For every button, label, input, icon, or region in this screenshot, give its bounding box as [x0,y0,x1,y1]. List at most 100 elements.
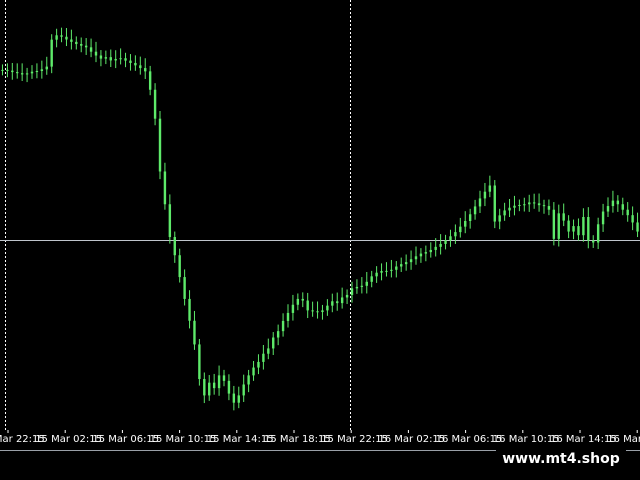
candle-body [532,202,536,204]
candle-body [404,262,408,265]
candle-body [582,216,585,236]
candle-body [50,39,53,67]
candle-body [316,311,319,313]
candle-body [6,69,9,71]
candle-body [55,35,58,40]
candle-body [267,348,270,354]
candle-body [596,224,600,243]
candle-body [592,240,595,243]
candle-body [528,202,531,205]
candle-body [291,304,295,313]
candle-body [183,277,186,299]
candle-body [16,72,19,74]
candle-body [567,220,570,232]
candle-body [119,58,122,60]
candle-body [35,70,39,72]
candle-body [163,171,167,205]
candle-body [523,204,526,206]
candle-body [621,204,624,210]
candle-body [345,294,349,298]
candle-body [587,216,590,241]
candle-body [409,259,413,263]
candle-body [503,210,506,216]
candle-body [483,191,487,199]
candle-body [611,200,615,207]
candle-body [380,271,383,273]
candle-body [70,39,73,42]
candle-body [572,226,575,232]
candle-body [626,209,629,216]
candle-body [301,298,304,301]
candle-body [542,205,546,207]
candle-body [562,213,565,221]
candle-body [518,204,521,206]
candle-body [390,269,393,271]
candle-body [217,375,221,389]
candle-body [84,45,88,48]
candle-body [94,51,98,56]
candle-body [488,185,492,192]
candle-body [449,236,452,241]
price-chart[interactable]: 14 Mar 22:1515 Mar 02:1515 Mar 06:1515 M… [0,0,640,445]
candle-body [178,255,181,278]
candle-body [370,276,373,282]
candle-body [188,298,191,321]
candle-body [311,310,314,312]
candle-body [168,204,172,238]
candle-body [439,243,442,247]
candle-body [340,297,344,304]
candle-body [99,55,103,59]
candle-body [321,310,324,313]
candle-body [247,375,250,385]
candle-body [104,57,108,59]
candle-body [45,66,48,70]
candle-body [360,285,364,287]
candle-body [25,73,29,75]
candle-body [20,73,24,75]
candle-body [75,41,78,45]
candle-body [212,382,216,389]
candle-body [395,266,398,270]
candle-body [198,344,201,380]
candle-body [434,246,437,250]
candle-body [208,382,211,396]
candle-body [557,213,560,239]
candle-body [286,312,290,321]
chart-canvas: 14 Mar 22:1515 Mar 02:1515 Mar 06:1515 M… [0,0,640,445]
candle-body [601,211,605,225]
candle-body [498,215,501,222]
candle-body [148,71,152,90]
candle-body [385,270,388,272]
candle-body [331,301,334,306]
candle-body [1,69,4,71]
candle-body [232,393,236,403]
candle-body [272,337,275,349]
candle-body [30,71,34,74]
candle-body [40,69,44,71]
candle-body [631,215,634,223]
candle-body [262,353,265,362]
candle-body [616,200,620,205]
candle-body [173,237,176,256]
candle-body [424,252,428,254]
candle-body [203,379,206,396]
candle-body [355,286,359,289]
candle-body [606,206,610,212]
candle-body [158,118,162,172]
candle-body [468,214,472,222]
candle-body [552,209,556,239]
candle-body [493,185,496,222]
candle-body [222,375,226,381]
candle-body [11,70,14,73]
candle-body [473,206,477,215]
candle-body [129,60,132,63]
candle-body [547,206,551,210]
candle-body [350,288,354,295]
candle-body [577,226,580,236]
candle-body [80,44,83,46]
candle-body [193,320,196,345]
candle-body [139,65,142,69]
candle-body [65,36,68,40]
candle-body [414,256,418,260]
candle-body [124,58,127,61]
